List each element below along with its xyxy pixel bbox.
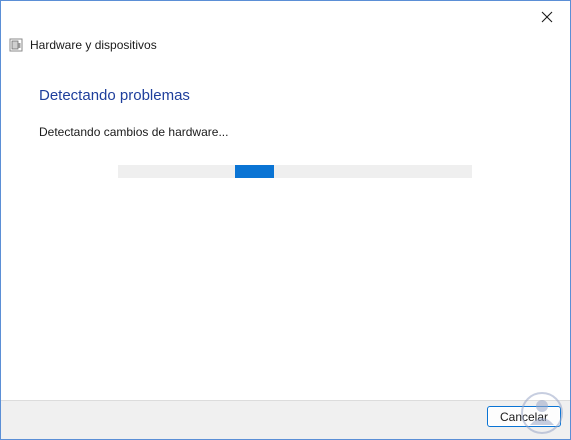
cancel-button[interactable]: Cancelar	[487, 406, 561, 427]
close-icon	[541, 11, 553, 23]
window-title: Hardware y dispositivos	[30, 38, 157, 52]
page-heading: Detectando problemas	[39, 87, 190, 104]
dialog-footer: Cancelar	[1, 400, 570, 439]
hardware-devices-icon	[9, 38, 23, 52]
progress-indicator	[235, 165, 274, 178]
troubleshooter-window: Hardware y dispositivos Detectando probl…	[0, 0, 571, 440]
title-bar: Hardware y dispositivos	[1, 33, 570, 59]
progress-bar	[118, 165, 472, 178]
status-message: Detectando cambios de hardware...	[39, 125, 229, 139]
close-button[interactable]	[524, 3, 570, 31]
